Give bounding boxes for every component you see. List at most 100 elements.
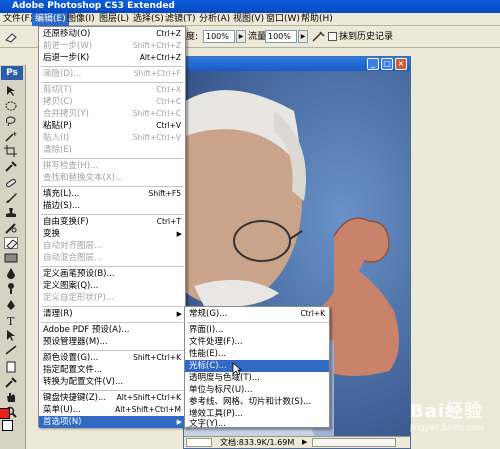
magic-wand-tool-icon[interactable]: [4, 130, 18, 142]
airbrush-icon[interactable]: [311, 31, 325, 43]
menu-item-purge[interactable]: 清理(R) ▶: [39, 308, 185, 320]
hand-tool-icon[interactable]: [4, 391, 18, 403]
menu-item-copy-merged: 合并拷贝(Y) Shift+Ctrl+C: [43, 109, 181, 119]
document-title-bar: _ □ ×: [184, 57, 410, 71]
menu-separator: [41, 186, 183, 187]
submenu-item-general[interactable]: 常规(G)... Ctrl+K: [185, 308, 329, 320]
menu-item-define-custom-shape: 定义自定形状(P)...: [43, 293, 114, 303]
submenu-item-interface[interactable]: 界面(I)...: [185, 324, 329, 336]
menu-item-free-transform[interactable]: 自由变换(F) Ctrl+T: [39, 216, 185, 228]
menu-item-assign-profile[interactable]: 指定配置文件...: [39, 364, 185, 376]
eraser-tool-preset-icon[interactable]: [4, 31, 18, 43]
menu-item-step-backward[interactable]: 后退一步(K) Alt+Ctrl+Z: [39, 52, 185, 64]
menu-item-preset-manager[interactable]: 预设管理器(M)...: [39, 336, 185, 348]
menu-separator: [41, 350, 183, 351]
submenu-item-file-handling[interactable]: 文件处理(F)...: [185, 336, 329, 348]
submenu-item-type[interactable]: 文字(Y)...: [185, 418, 329, 429]
dodge-tool-icon[interactable]: [4, 282, 18, 294]
brush-tool-icon[interactable]: [4, 192, 18, 204]
flow-field[interactable]: 100%: [265, 30, 297, 43]
menu-separator: [41, 214, 183, 215]
eyedropper-sample-tool-icon[interactable]: [4, 376, 18, 388]
menu-item-check-spelling: 拼写检查(H)...: [43, 161, 99, 171]
zoom-level-field[interactable]: [186, 438, 212, 447]
clone-stamp-tool-icon[interactable]: [4, 207, 18, 219]
status-menu-arrow-icon[interactable]: ▶: [302, 437, 307, 448]
menu-view[interactable]: 视图(V): [230, 13, 267, 26]
menu-item-fill[interactable]: 填充(L)... Shift+F5: [39, 188, 185, 200]
menu-help[interactable]: 帮助(H): [298, 13, 336, 26]
eraser-tool-icon[interactable]: [4, 237, 18, 250]
move-tool-icon[interactable]: [4, 85, 18, 97]
menu-item-paste[interactable]: 粘贴(P) Ctrl+V: [39, 120, 185, 132]
menu-item-copy: 拷贝(C) Ctrl+C: [43, 97, 181, 107]
type-tool-icon[interactable]: T: [4, 314, 18, 328]
submenu-item-transparency[interactable]: 透明度与色域(T)...: [185, 372, 329, 384]
erase-history-label: 抹到历史记录: [339, 32, 394, 42]
menu-image[interactable]: 图像(I): [64, 13, 98, 26]
pen-tool-icon[interactable]: [4, 299, 18, 311]
lasso-tool-icon[interactable]: [4, 115, 18, 127]
menu-item-pdf-presets[interactable]: Adobe PDF 预设(A)...: [39, 324, 185, 336]
watermark-logo: Bai经验: [410, 401, 484, 422]
menu-item-clear: 清除(E): [43, 145, 73, 155]
opacity-dropdown-icon[interactable]: ▶: [236, 30, 246, 43]
menu-layer[interactable]: 图层(L): [96, 13, 132, 26]
flow-dropdown-icon[interactable]: ▶: [298, 30, 308, 43]
submenu-item-performance[interactable]: 性能(E)...: [185, 348, 329, 360]
baidu-jingyan-watermark: Bai经验 jingyan.baidu.com: [410, 397, 498, 445]
gradient-tool-icon[interactable]: [4, 252, 18, 264]
photoshop-logo: Ps: [1, 66, 23, 80]
menu-item-convert-profile[interactable]: 转换为配置文件(V)...: [39, 376, 185, 388]
maximize-button[interactable]: □: [381, 58, 393, 70]
foreground-color-swatch[interactable]: [0, 408, 10, 419]
preferences-submenu: 常规(G)... Ctrl+K 界面(I)... 文件处理(F)... 性能(E)…: [184, 306, 330, 429]
menu-item-undo[interactable]: 还原移动(O) Ctrl+Z: [39, 28, 185, 40]
opacity-field[interactable]: 100%: [203, 30, 235, 43]
submenu-item-guides-grid[interactable]: 参考线、网格、切片和计数(S)...: [185, 396, 329, 408]
menu-separator: [41, 158, 183, 159]
menu-item-cut: 剪切(T) Ctrl+X: [43, 85, 181, 95]
edit-menu-dropdown: 还原移动(O) Ctrl+Z 前进一步(W) Shift+Ctrl+Z 后退一步(K…: [38, 26, 186, 428]
app-title: Adobe Photoshop CS3 Extended: [12, 1, 175, 11]
menu-item-define-pattern[interactable]: 定义图案(Q)...: [39, 280, 185, 292]
menu-item-preferences[interactable]: 首选项(N) ▶: [39, 416, 185, 428]
marquee-tool-icon[interactable]: [4, 100, 18, 112]
path-selection-tool-icon[interactable]: [4, 329, 18, 341]
background-color-swatch[interactable]: [2, 420, 13, 431]
watermark-url: jingyan.baidu.com: [410, 423, 484, 432]
menu-item-transform[interactable]: 变换 ▶: [39, 228, 185, 240]
healing-brush-tool-icon[interactable]: [4, 177, 18, 189]
submenu-item-units-rulers[interactable]: 单位与标尺(U)...: [185, 384, 329, 396]
line-tool-icon[interactable]: [4, 344, 18, 356]
menu-window[interactable]: 窗口(W): [263, 13, 303, 26]
menu-item-find-replace: 查找和替换文本(X)...: [43, 173, 124, 183]
menu-item-paste-into: 贴入(I) Shift+Ctrl+V: [43, 133, 181, 143]
document-status-bar: 文档:833.9K/1.69M ▶: [184, 436, 410, 448]
submenu-item-cursors[interactable]: 光标(C)...: [185, 360, 329, 372]
history-brush-tool-icon[interactable]: [4, 222, 18, 234]
menu-bar: 文件(F) 编辑(E) 图像(I) 图层(L) 选择(S) 滤镜(T) 分析(A…: [0, 13, 500, 26]
toolbox: Ps T: [0, 65, 26, 449]
close-button[interactable]: ×: [395, 58, 407, 70]
menu-item-stroke[interactable]: 描边(S)...: [39, 200, 185, 212]
menu-analysis[interactable]: 分析(A): [196, 13, 233, 26]
menu-separator: [41, 82, 183, 83]
menu-item-menus[interactable]: 菜单(U)... Alt+Shift+Ctrl+M: [39, 404, 185, 416]
menu-separator: [41, 306, 183, 307]
erase-history-checkbox[interactable]: [328, 32, 337, 41]
menu-separator: [41, 390, 183, 391]
eyedropper-tool-icon[interactable]: [4, 160, 18, 172]
blur-tool-icon[interactable]: [4, 267, 18, 279]
menu-filter[interactable]: 滤镜(T): [162, 13, 199, 26]
minimize-button[interactable]: _: [367, 58, 379, 70]
horizontal-scrollbar[interactable]: [312, 438, 396, 447]
menu-item-step-forward: 前进一步(W) Shift+Ctrl+Z: [43, 41, 181, 51]
menu-file[interactable]: 文件(F): [0, 13, 36, 26]
menu-item-keyboard-shortcuts[interactable]: 键盘快捷键(Z)... Alt+Shift+Ctrl+K: [39, 392, 185, 404]
menu-item-define-brush[interactable]: 定义画笔预设(B)...: [39, 268, 185, 280]
crop-tool-icon[interactable]: [4, 145, 18, 157]
notes-tool-icon[interactable]: [4, 361, 18, 373]
menu-item-color-settings[interactable]: 颜色设置(G)... Shift+Ctrl+K: [39, 352, 185, 364]
svg-text:T: T: [7, 315, 15, 326]
